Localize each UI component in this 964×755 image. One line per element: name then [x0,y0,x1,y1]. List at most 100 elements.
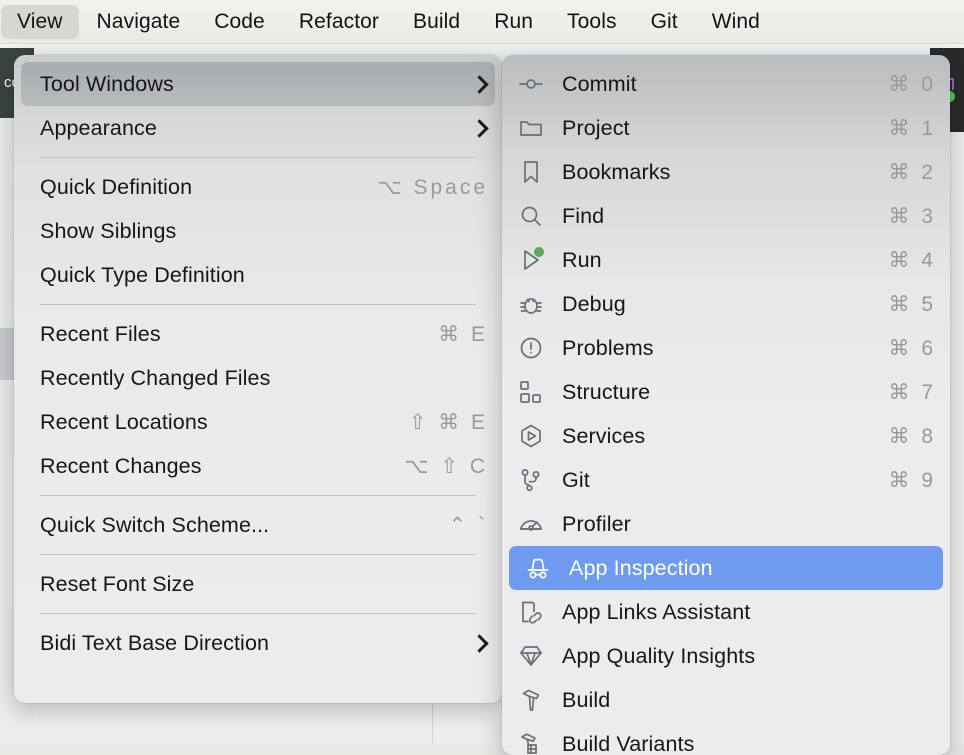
submenu-item-git[interactable]: Git⌘ 9 [502,458,950,502]
submenu-item-shortcut: ⌘ 3 [866,204,936,229]
bug-icon [514,289,548,319]
menu-item-quick-type-definition[interactable]: Quick Type Definition [14,253,502,297]
submenu-item-label: Bookmarks [562,160,866,185]
git-branch-icon [514,465,548,495]
folder-icon [514,113,548,143]
chevron-right-icon [470,119,488,137]
menubar-item-git[interactable]: Git [635,5,694,39]
submenu-item-label: Build [562,688,936,713]
submenu-item-label: Project [562,116,866,141]
menu-item-recent-locations[interactable]: Recent Locations⇧ ⌘ E [14,400,502,444]
structure-icon [514,377,548,407]
submenu-item-label: Problems [562,336,866,361]
submenu-item-structure[interactable]: Structure⌘ 7 [502,370,950,414]
menubar-item-run[interactable]: Run [478,5,549,39]
menu-item-recent-files[interactable]: Recent Files⌘ E [14,312,502,356]
menu-item-shortcut: ⌃ ` [427,513,488,538]
submenu-item-label: App Quality Insights [562,644,936,669]
submenu-item-problems[interactable]: Problems⌘ 6 [502,326,950,370]
play-icon [514,245,548,275]
submenu-item-run[interactable]: Run⌘ 4 [502,238,950,282]
menu-item-quick-definition[interactable]: Quick Definition⌥ Space [14,165,502,209]
menubar-item-wind[interactable]: Wind [696,5,776,39]
commit-icon [514,69,548,99]
submenu-item-label: Commit [562,72,866,97]
view-dropdown-menu: Tool WindowsAppearanceQuick Definition⌥ … [14,55,502,703]
submenu-item-commit[interactable]: Commit⌘ 0 [502,62,950,106]
menubar-item-tools[interactable]: Tools [551,5,633,39]
menu-item-show-siblings[interactable]: Show Siblings [14,209,502,253]
menu-item-label: Reset Font Size [40,572,488,597]
submenu-item-app-quality-insights[interactable]: App Quality Insights [502,634,950,678]
menu-item-shortcut: ⌥ ⇧ C [382,454,488,479]
menu-item-reset-font-size[interactable]: Reset Font Size [14,562,502,606]
submenu-item-shortcut: ⌘ 2 [866,160,936,185]
menubar-item-build[interactable]: Build [397,5,476,39]
menu-item-label: Quick Type Definition [40,263,488,288]
submenu-item-shortcut: ⌘ 4 [866,248,936,273]
submenu-item-build[interactable]: Build [502,678,950,722]
menu-item-label: Quick Switch Scheme... [40,513,427,538]
submenu-item-label: App Links Assistant [562,600,936,625]
submenu-item-project[interactable]: Project⌘ 1 [502,106,950,150]
submenu-item-shortcut: ⌘ 9 [866,468,936,493]
menu-item-label: Recent Changes [40,454,382,479]
hammer-variants-icon [514,729,548,755]
menu-item-shortcut: ⌘ E [416,322,488,347]
menu-item-label: Recent Files [40,322,416,347]
hammer-icon [514,685,548,715]
submenu-item-shortcut: ⌘ 6 [866,336,936,361]
submenu-item-shortcut: ⌘ 7 [866,380,936,405]
menu-separator [40,613,476,614]
submenu-item-shortcut: ⌘ 1 [866,116,936,141]
menu-item-shortcut: ⇧ ⌘ E [387,410,488,435]
submenu-item-label: Structure [562,380,866,405]
submenu-item-label: Build Variants [562,732,936,755]
menu-item-label: Quick Definition [40,175,355,200]
services-icon [514,421,548,451]
submenu-item-label: Services [562,424,866,449]
bookmark-icon [514,157,548,187]
menu-item-label: Tool Windows [40,72,454,97]
menu-item-quick-switch-scheme[interactable]: Quick Switch Scheme...⌃ ` [14,503,502,547]
submenu-item-services[interactable]: Services⌘ 8 [502,414,950,458]
menu-item-label: Recent Locations [40,410,387,435]
menu-item-bidi-text-base-direction[interactable]: Bidi Text Base Direction [14,621,502,665]
submenu-item-find[interactable]: Find⌘ 3 [502,194,950,238]
submenu-item-label: Debug [562,292,866,317]
submenu-item-shortcut: ⌘ 5 [866,292,936,317]
submenu-item-app-inspection[interactable]: App Inspection [509,546,943,590]
menu-item-label: Appearance [40,116,454,141]
menu-separator [40,554,476,555]
submenu-item-shortcut: ⌘ 0 [866,72,936,97]
menu-item-recently-changed-files[interactable]: Recently Changed Files [14,356,502,400]
ide-vertical-divider [432,704,433,744]
menubar-item-view[interactable]: View [1,5,79,39]
menu-item-recent-changes[interactable]: Recent Changes⌥ ⇧ C [14,444,502,488]
menu-item-appearance[interactable]: Appearance [14,106,502,150]
search-icon [514,201,548,231]
submenu-item-bookmarks[interactable]: Bookmarks⌘ 2 [502,150,950,194]
submenu-item-debug[interactable]: Debug⌘ 5 [502,282,950,326]
submenu-item-label: App Inspection [569,556,936,581]
menu-item-label: Show Siblings [40,219,488,244]
submenu-item-profiler[interactable]: Profiler [502,502,950,546]
menu-item-shortcut: ⌥ Space [355,175,488,200]
diamond-icon [514,641,548,671]
menu-item-tool-windows[interactable]: Tool Windows [21,62,495,106]
submenu-item-build-variants[interactable]: Build Variants [502,722,950,755]
inspector-hat-icon [521,553,555,583]
chevron-right-icon [470,634,488,652]
submenu-item-label: Profiler [562,512,936,537]
menu-separator [40,495,476,496]
menu-item-label: Recently Changed Files [40,366,488,391]
menubar-item-refactor[interactable]: Refactor [283,5,395,39]
app-link-icon [514,597,548,627]
menubar-item-navigate[interactable]: Navigate [81,5,197,39]
submenu-item-label: Git [562,468,866,493]
menu-item-label: Bidi Text Base Direction [40,631,454,656]
submenu-item-app-links-assistant[interactable]: App Links Assistant [502,590,950,634]
menubar-item-code[interactable]: Code [198,5,281,39]
menu-bar: ViewNavigateCodeRefactorBuildRunToolsGit… [0,0,964,44]
menu-separator [40,157,476,158]
